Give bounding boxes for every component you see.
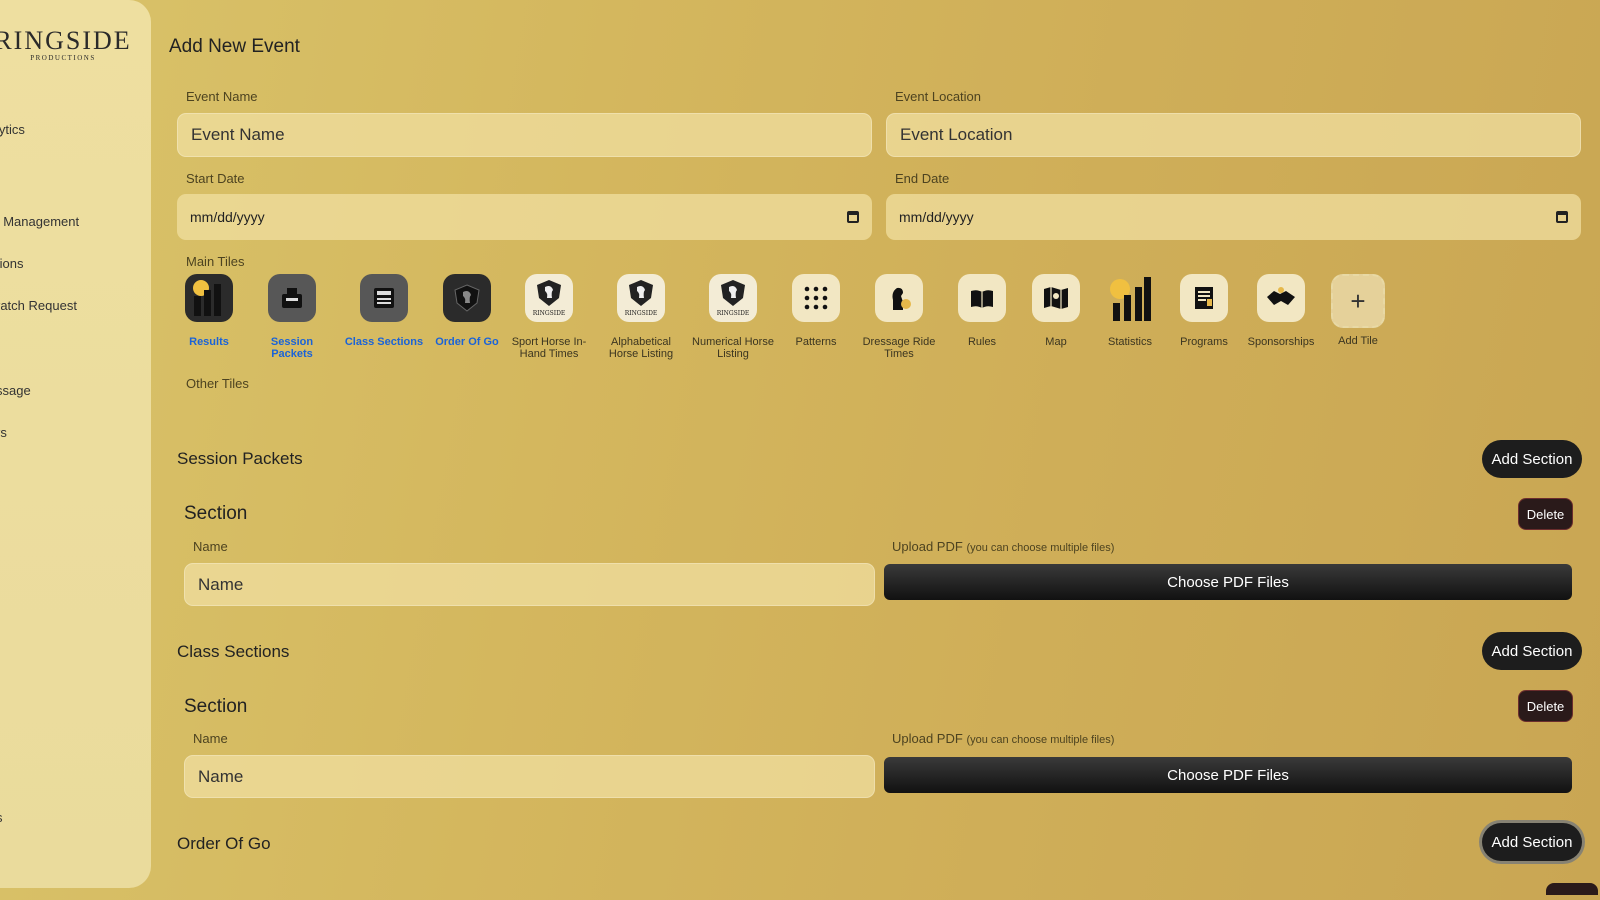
delete-section-button[interactable]: Delete [1518,690,1573,722]
handshake-icon [1257,274,1305,322]
tile-alphabetical-horse-listing[interactable]: RINGSIDE Alphabetical Horse Listing [599,274,683,360]
tile-label: Results [189,336,229,348]
ringside-crest-icon: RINGSIDE [617,274,665,322]
tile-label: Add Tile [1338,335,1378,347]
add-section-button[interactable]: Add Section [1482,440,1582,478]
document-icon [1180,274,1228,322]
order-of-go-heading: Order Of Go [177,834,271,853]
tile-label: Statistics [1107,336,1152,348]
tile-class-sections[interactable]: Class Sections [342,274,426,348]
tile-label: Rules [967,336,997,348]
event-location-input[interactable] [886,113,1581,157]
tile-label: Sponsorships [1247,336,1315,348]
end-date-value: mm/dd/yyyy [899,209,974,225]
choose-pdf-files-button[interactable]: Choose PDF Files [884,757,1572,793]
add-section-button[interactable]: Add Section [1482,823,1582,861]
upload-pdf-label-text: Upload PDF [892,731,963,746]
plus-icon: + [1331,274,1385,328]
page-title: Add New Event [169,36,300,57]
tile-label: Session Packets [270,336,314,360]
tile-order-of-go[interactable]: Order Of Go [425,274,509,348]
tile-sport-horse-in-hand-times[interactable]: RINGSIDE Sport Horse In-Hand Times [507,274,591,360]
tile-label: Numerical Horse Listing [692,336,774,360]
tile-label: Dressage Ride Times [862,336,936,360]
list-icon [360,274,408,322]
event-location-label: Event Location [895,89,982,104]
tile-label: Map [1045,336,1067,348]
upload-pdf-label: Upload PDF (you can choose multiple file… [892,731,1114,746]
tile-map[interactable]: Map [1014,274,1098,348]
calendar-icon[interactable] [847,211,859,223]
main-content: Add New Event Event Name Event Location … [0,0,1600,900]
session-packets-heading: Session Packets [177,449,303,468]
start-date-value: mm/dd/yyyy [190,209,265,225]
svg-text:RINGSIDE: RINGSIDE [533,310,566,317]
upload-pdf-hint: (you can choose multiple files) [966,734,1115,746]
upload-pdf-label-text: Upload PDF [892,539,963,554]
event-name-label: Event Name [186,89,258,104]
tile-dressage-ride-times[interactable]: Dressage Ride Times [857,274,941,360]
tile-numerical-horse-listing[interactable]: RINGSIDE Numerical Horse Listing [691,274,775,360]
section-name-input[interactable] [184,563,875,606]
tile-rules[interactable]: Rules [940,274,1024,348]
book-icon [958,274,1006,322]
end-date-label: End Date [895,171,950,186]
statistics-icon [1106,274,1154,322]
event-name-input[interactable] [177,113,872,157]
tile-programs[interactable]: Programs [1162,274,1246,348]
tile-sponsorships[interactable]: Sponsorships [1239,274,1323,348]
section-name-label: Name [193,539,228,554]
bar-chart-icon [185,274,233,322]
svg-text:RINGSIDE: RINGSIDE [717,310,750,317]
svg-text:RINGSIDE: RINGSIDE [625,310,658,317]
tile-results[interactable]: Results [167,274,251,348]
upload-pdf-label: Upload PDF (you can choose multiple file… [892,539,1114,554]
upload-pdf-hint: (you can choose multiple files) [966,542,1115,554]
tile-patterns[interactable]: Patterns [774,274,858,348]
section-title: Section [184,696,248,717]
tile-statistics[interactable]: Statistics [1088,274,1172,348]
dot-grid-icon [792,274,840,322]
tile-session-packets[interactable]: Session Packets [250,274,334,360]
section-name-input[interactable] [184,755,875,798]
map-icon [1032,274,1080,322]
choose-pdf-files-button[interactable]: Choose PDF Files [884,564,1572,600]
section-name-label: Name [193,731,228,746]
main-tiles-label: Main Tiles [186,254,245,269]
section-title: Section [184,503,248,524]
delete-section-button[interactable]: Delete [1518,498,1573,530]
tile-label: Programs [1180,336,1228,348]
calendar-icon[interactable] [1556,211,1568,223]
start-date-input[interactable]: mm/dd/yyyy [177,194,872,240]
ringside-crest-icon: RINGSIDE [525,274,573,322]
delete-section-button-partial[interactable] [1546,883,1598,895]
horse-crest-icon [443,274,491,322]
end-date-input[interactable]: mm/dd/yyyy [886,194,1581,240]
packet-icon [268,274,316,322]
tile-label: Patterns [795,336,837,348]
tile-label: Alphabetical Horse Listing [608,336,674,360]
other-tiles-label: Other Tiles [186,376,249,391]
ringside-crest-icon: RINGSIDE [709,274,757,322]
add-tile-button[interactable]: + Add Tile [1316,274,1400,347]
tile-label: Class Sections [344,336,424,348]
add-section-button[interactable]: Add Section [1482,632,1582,670]
tile-label: Sport Horse In-Hand Times [511,336,587,360]
horse-head-icon [875,274,923,322]
tile-label: Order Of Go [435,336,499,348]
class-sections-heading: Class Sections [177,642,290,661]
start-date-label: Start Date [186,171,245,186]
